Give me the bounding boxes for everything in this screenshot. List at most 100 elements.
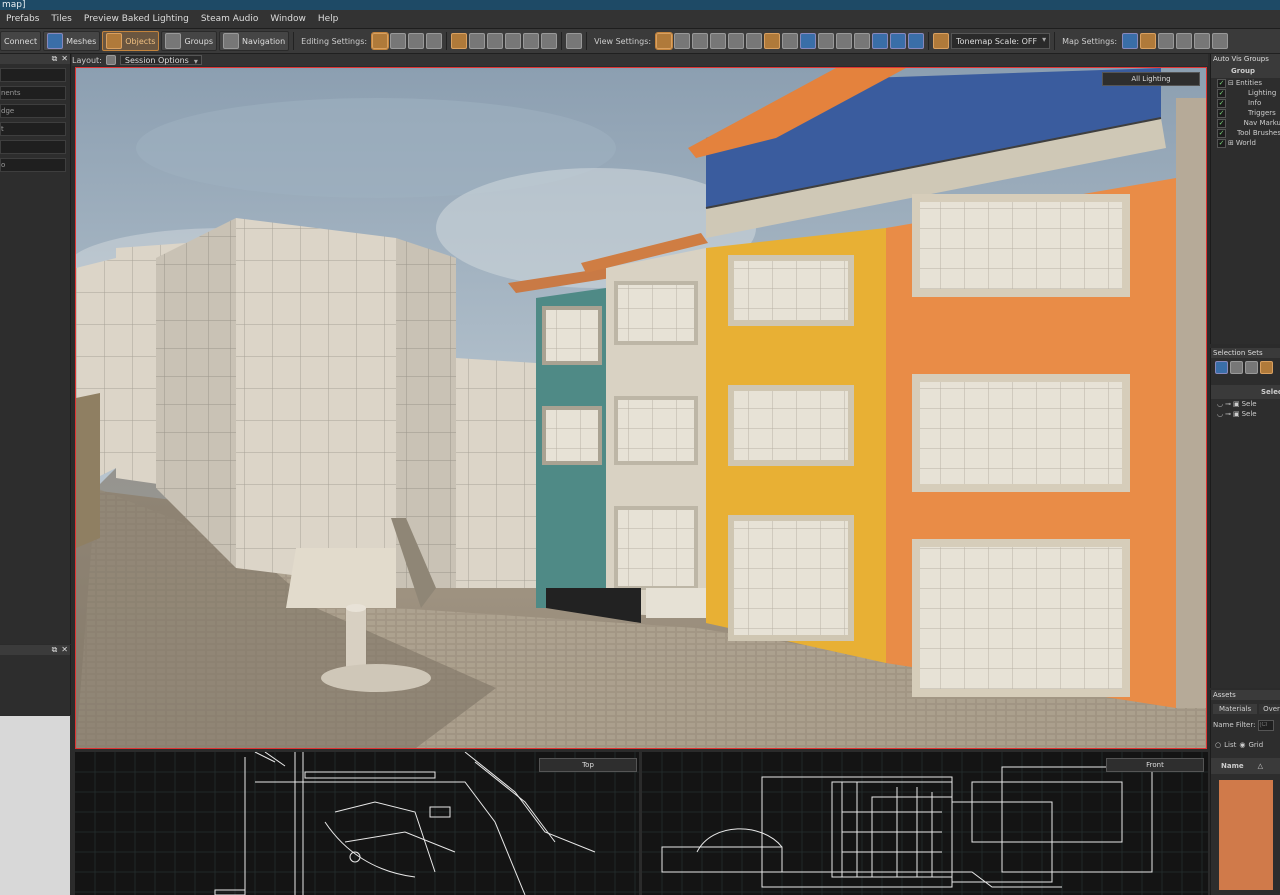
remove-from-set-icon[interactable] <box>1245 361 1258 374</box>
expand-icon[interactable]: ⊞ <box>1228 139 1234 147</box>
list-item[interactable]: ✓ Info <box>1211 98 1280 108</box>
texture-icon[interactable] <box>764 33 781 49</box>
grid-snap-icon[interactable] <box>390 33 407 49</box>
property-field[interactable]: nents <box>0 86 66 100</box>
list-item[interactable]: ✓ ⊞ World <box>1211 138 1280 148</box>
collapse-icon[interactable]: ⊟ <box>1228 79 1234 87</box>
checkbox-checked-icon[interactable]: ✓ <box>1217 138 1226 148</box>
list-item[interactable]: ✓ Triggers <box>1211 108 1280 118</box>
map-layout-icon[interactable] <box>1140 33 1157 49</box>
top-viewport[interactable]: Top <box>75 752 639 895</box>
property-field[interactable]: t <box>0 122 66 136</box>
sort-triangle-icon[interactable]: △ <box>1258 762 1263 770</box>
float-panel-icon[interactable]: ⧉ <box>52 54 58 64</box>
menu-window[interactable]: Window <box>264 14 312 24</box>
radio-grid-icon[interactable]: ◉ <box>1239 741 1245 749</box>
grid-set-icon[interactable] <box>1260 361 1273 374</box>
map-grid-icon[interactable] <box>1122 33 1139 49</box>
eye-icon[interactable]: ◡ <box>1217 410 1223 418</box>
list-item[interactable]: ◡ ⊸ ▣ Sele <box>1211 399 1280 409</box>
objects-button[interactable]: Objects <box>102 31 160 51</box>
water-icon[interactable] <box>872 33 889 49</box>
list-item[interactable]: ✓ Nav Marku <box>1211 118 1280 128</box>
close-icon[interactable]: ✕ <box>61 645 68 655</box>
hatch-icon[interactable] <box>1176 33 1193 49</box>
terrain-icon[interactable] <box>674 33 691 49</box>
eye-icon[interactable]: ◡ <box>1217 400 1223 408</box>
add-to-set-icon[interactable] <box>1230 361 1243 374</box>
wire-icon[interactable] <box>818 33 835 49</box>
radio-list-icon[interactable]: ○ <box>1215 741 1221 749</box>
checkbox-checked-icon[interactable]: ✓ <box>1217 118 1226 128</box>
layout-grid-icon[interactable] <box>105 55 116 65</box>
map-bridge-icon[interactable] <box>1158 33 1175 49</box>
runner-icon[interactable] <box>854 33 871 49</box>
menu-prefabs[interactable]: Prefabs <box>0 14 45 24</box>
light-bulb-icon[interactable] <box>710 33 727 49</box>
top-view-dropdown[interactable]: Top <box>539 758 637 772</box>
main-toolbar: Connect Meshes Objects Groups Navigation… <box>0 29 1280 54</box>
property-field[interactable]: dge <box>0 104 66 118</box>
meshes-button[interactable]: Meshes <box>43 31 101 51</box>
sky-icon[interactable] <box>908 33 925 49</box>
front-viewport[interactable]: Front <box>642 752 1208 895</box>
select-mode-icon[interactable] <box>451 33 468 49</box>
shield-icon[interactable] <box>692 33 709 49</box>
box-tool-icon[interactable] <box>523 33 540 49</box>
lighting-mode-dropdown[interactable]: All Lighting <box>1102 72 1200 86</box>
menu-tiles[interactable]: Tiles <box>45 14 77 24</box>
navigation-button[interactable]: Navigation <box>219 31 290 51</box>
property-field[interactable] <box>0 140 66 154</box>
tonemap-scale-dropdown[interactable]: Tonemap Scale: OFF <box>951 33 1051 49</box>
connect-button[interactable]: Connect <box>0 31 42 51</box>
selection-column-header[interactable]: Selec <box>1211 385 1280 399</box>
menu-help[interactable]: Help <box>312 14 345 24</box>
groups-button[interactable]: Groups <box>161 31 217 51</box>
angle-snap-icon[interactable] <box>408 33 425 49</box>
front-view-dropdown[interactable]: Front <box>1106 758 1204 772</box>
gamepad-icon[interactable] <box>566 33 583 49</box>
checkbox-checked-icon[interactable]: ✓ <box>1217 78 1226 88</box>
rotate-tool-icon[interactable] <box>487 33 504 49</box>
checkbox-checked-icon[interactable]: ✓ <box>1217 98 1226 108</box>
session-options-dropdown[interactable]: Session Options <box>119 55 202 66</box>
list-item[interactable]: ✓ Lighting <box>1211 88 1280 98</box>
checkbox-checked-icon[interactable]: ✓ <box>1217 108 1226 118</box>
list-item[interactable]: ✓ Tool Brushes <box>1211 128 1280 138</box>
snap-sphere-icon[interactable] <box>371 32 390 50</box>
wrench-icon[interactable] <box>1194 33 1211 49</box>
sparkle-icon[interactable] <box>1212 33 1229 49</box>
lighting-view-icon[interactable] <box>655 32 674 50</box>
float-panel-icon[interactable]: ⧉ <box>52 645 58 655</box>
menu-preview-baked-lighting[interactable]: Preview Baked Lighting <box>78 14 195 24</box>
move-tool-icon[interactable] <box>469 33 486 49</box>
checkbox-checked-icon[interactable]: ✓ <box>1217 128 1226 138</box>
scale-tool-icon[interactable] <box>505 33 522 49</box>
umbrella-icon[interactable] <box>541 33 558 49</box>
name-filter-input[interactable] <box>1258 719 1275 731</box>
volume-icon[interactable] <box>782 33 799 49</box>
perspective-viewport[interactable]: All Lighting <box>75 67 1207 749</box>
tab-materials[interactable]: Materials <box>1213 704 1258 714</box>
close-icon[interactable]: ✕ <box>61 54 68 64</box>
link-icon[interactable]: ⊸ <box>1225 400 1231 408</box>
menu-steam-audio[interactable]: Steam Audio <box>195 14 265 24</box>
list-item[interactable]: ✓ ⊟ Entities <box>1211 78 1280 88</box>
brush-icon[interactable] <box>728 33 745 49</box>
checkbox-checked-icon[interactable]: ✓ <box>1217 88 1226 98</box>
tonemap-icon[interactable] <box>933 33 950 49</box>
group-column-header[interactable]: Group <box>1211 64 1280 78</box>
nav-mesh-icon[interactable] <box>800 33 817 49</box>
property-field[interactable] <box>0 68 66 82</box>
list-item[interactable]: ◡ ⊸ ▣ Sele <box>1211 409 1280 419</box>
pivot-icon[interactable] <box>426 33 443 49</box>
model-icon[interactable] <box>746 33 763 49</box>
property-field[interactable]: o <box>0 158 66 172</box>
name-column-header[interactable]: Name △ <box>1211 758 1280 774</box>
tab-overrides[interactable]: Over <box>1259 704 1280 714</box>
new-set-icon[interactable] <box>1215 361 1228 374</box>
asset-thumbnail[interactable] <box>1219 780 1273 890</box>
link-icon[interactable]: ⊸ <box>1225 410 1231 418</box>
path-icon[interactable] <box>836 33 853 49</box>
audio-icon[interactable] <box>890 33 907 49</box>
